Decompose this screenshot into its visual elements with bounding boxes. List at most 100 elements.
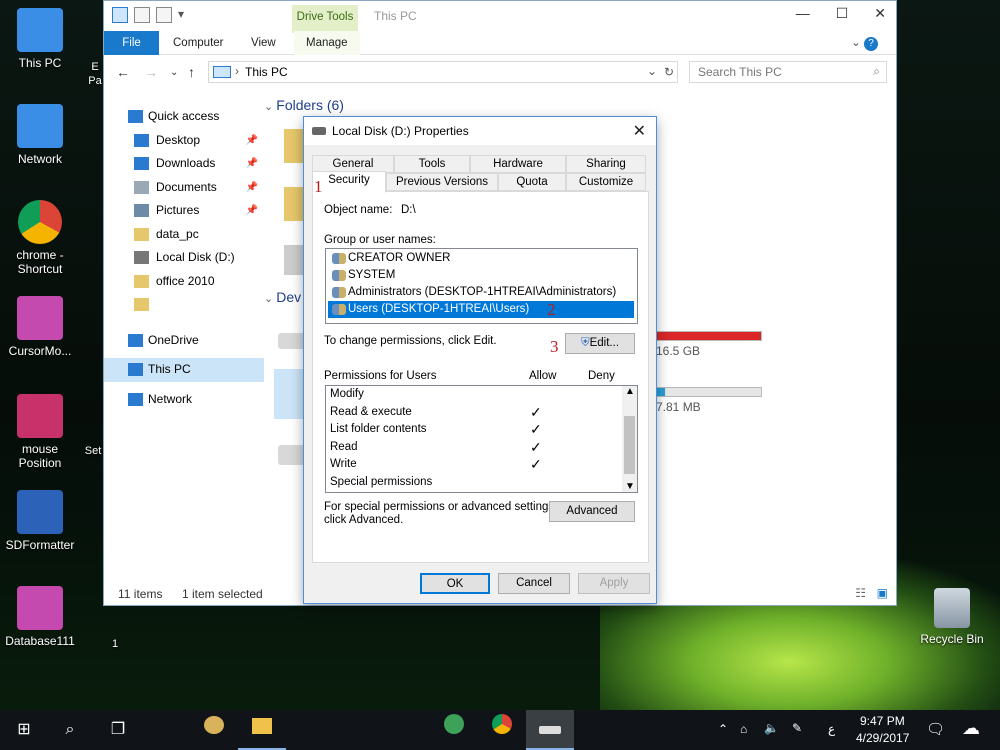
sidebar-item-pictures[interactable]: Pictures 📌 [104,199,264,223]
tab-sharing[interactable]: Sharing [566,155,646,173]
devices-section-heading[interactable]: ⌄ Dev [264,289,301,305]
permissions-scrollbar[interactable]: ▲ ▼ [622,386,637,492]
up-arrow-icon[interactable]: ↑ [188,64,195,80]
maximize-icon[interactable]: ☐ [836,5,849,22]
close-icon[interactable]: ✕ [633,121,646,141]
tab-view[interactable]: View [239,31,288,55]
tab-security[interactable]: Security [312,171,386,193]
forward-arrow-icon[interactable]: → [144,64,158,80]
tab-quota[interactable]: Quota [498,173,566,191]
search-input[interactable]: Search This PC ⌕ [689,61,887,83]
sidebar-item-label: Network [148,391,193,406]
volume-icon[interactable]: 🔈 [764,721,779,735]
large-icons-view-icon[interactable]: ▣ [877,586,888,600]
onedrive-icon [128,333,143,347]
desktop-icon-network[interactable]: Network [0,104,80,166]
tab-computer[interactable]: Computer [161,31,236,55]
input-language[interactable]: ع [828,722,835,736]
scrollbar-thumb[interactable] [624,416,635,474]
task-view-icon[interactable]: ❐ [94,710,142,750]
dialog-title-bar[interactable]: Local Disk (D:) Properties ✕ [304,117,656,145]
tab-file[interactable]: File [104,31,159,55]
search-icon: ⌕ [873,64,880,78]
pictures-icon [134,204,149,217]
recent-chevron-icon[interactable]: ⌄ [170,67,178,78]
sidebar-item-network[interactable]: Network [104,388,264,412]
sidebar-item-documents[interactable]: Documents 📌 [104,176,264,200]
paint-app-icon[interactable] [190,710,238,750]
desktop-icon-sdformatter[interactable]: SDFormatter [0,490,80,552]
ribbon-expand-icon[interactable]: ⌄ ? [839,31,890,55]
desktop-icon-chrome-shortcut[interactable]: chrome - Shortcut [0,200,80,276]
customize-arrow-icon[interactable]: ▾ [178,7,194,23]
tab-manage[interactable]: Manage [294,31,360,55]
scroll-up-icon[interactable]: ▲ [625,386,635,397]
clock-date[interactable]: 4/29/2017 [856,731,909,745]
sidebar-item-data-pc[interactable]: data_pc [104,223,264,247]
tab-hardware[interactable]: Hardware [470,155,566,173]
partial-label: Pa [88,75,102,87]
sidebar-item-label: office 2010 [156,273,215,288]
sidebar-item-office-2010[interactable]: office 2010 [104,270,264,294]
show-hidden-icons-icon[interactable]: ⌃ [718,722,728,736]
network-tray-icon[interactable]: ⌂ [740,722,747,736]
desktop-icon-this-pc[interactable]: This PC [0,8,80,70]
address-dropdown-icon[interactable]: ⌄ [647,64,657,78]
sidebar-item-folder[interactable] [104,293,264,317]
user-list-item[interactable]: Users (DESKTOP-1HTREAI\Users) [328,301,634,318]
desktop-icon-cursormo[interactable]: CursorMo... [0,296,80,358]
selected-drive-tile[interactable] [274,369,304,419]
desktop-icon-mouse-position[interactable]: mouse Position [0,394,80,470]
network-app-icon[interactable] [430,710,478,750]
action-center-icon[interactable]: 🗨 [926,720,945,738]
partial-desktop-icon[interactable]: 1 [100,637,130,651]
desktop-icon-database111[interactable]: Database111 [0,586,80,648]
weather-icon[interactable]: ☁ [962,718,980,739]
new-folder-icon[interactable] [156,7,172,23]
user-list[interactable]: CREATOR OWNER SYSTEM Administrators (DESKT… [325,248,638,324]
cancel-button[interactable]: Cancel [498,573,570,594]
sidebar-item-desktop[interactable]: Desktop 📌 [104,129,264,153]
drive-icon[interactable] [278,333,306,349]
permission-row: Special permissions [330,474,610,492]
search-icon[interactable]: ⌕ [46,710,94,750]
sidebar-item-onedrive[interactable]: OneDrive [104,329,264,353]
ok-button[interactable]: OK [420,573,490,594]
folder-icon[interactable] [284,245,304,275]
user-list-item[interactable]: Administrators (DESKTOP-1HTREAI\Administ… [328,284,634,301]
tab-previous-versions[interactable]: Previous Versions [386,173,498,191]
desktop-icon-recycle-bin[interactable]: Recycle Bin [912,588,992,646]
chrome-app-icon[interactable] [478,710,526,750]
details-view-icon[interactable]: ☷ [855,586,866,600]
close-icon[interactable]: ✕ [874,5,886,22]
folder-icon[interactable] [284,187,304,221]
apply-button[interactable]: Apply [578,573,650,594]
sidebar-item-local-disk-d[interactable]: Local Disk (D:) [104,246,264,270]
tab-tools[interactable]: Tools [394,155,470,173]
file-explorer-app-icon[interactable] [238,710,286,750]
title-bar[interactable]: ▾ Drive Tools This PC — ☐ ✕ [104,1,896,33]
edit-button[interactable]: ⛨Edit... [565,333,635,354]
clock-time[interactable]: 9:47 PM [860,714,905,728]
pc-icon[interactable] [112,7,128,23]
drive-icon[interactable] [278,445,306,465]
user-list-item[interactable]: SYSTEM [328,267,634,284]
back-arrow-icon[interactable]: ← [116,64,130,80]
sidebar-item-quick-access[interactable]: Quick access [104,105,264,129]
refresh-icon[interactable]: ↻ [660,61,678,83]
tab-customize[interactable]: Customize [566,173,646,191]
sidebar-item-downloads[interactable]: Downloads 📌 [104,152,264,176]
pen-icon[interactable]: ✎ [792,721,802,735]
windows-start-icon[interactable]: ⊞ [0,710,48,750]
advanced-button[interactable]: Advanced [549,501,635,522]
scroll-down-icon[interactable]: ▼ [625,481,635,492]
folders-section-heading[interactable]: ⌄ Folders (6) [264,97,344,113]
minimize-icon[interactable]: — [796,5,810,22]
properties-icon[interactable] [134,7,150,23]
drive-app-icon[interactable] [526,710,574,750]
permission-row: List folder contents ✓ [330,421,610,439]
sidebar-item-this-pc[interactable]: This PC [104,358,264,382]
folder-icon[interactable] [284,129,304,163]
address-bar[interactable]: › This PC ⌄ [208,61,678,83]
user-list-item[interactable]: CREATOR OWNER [328,250,634,267]
